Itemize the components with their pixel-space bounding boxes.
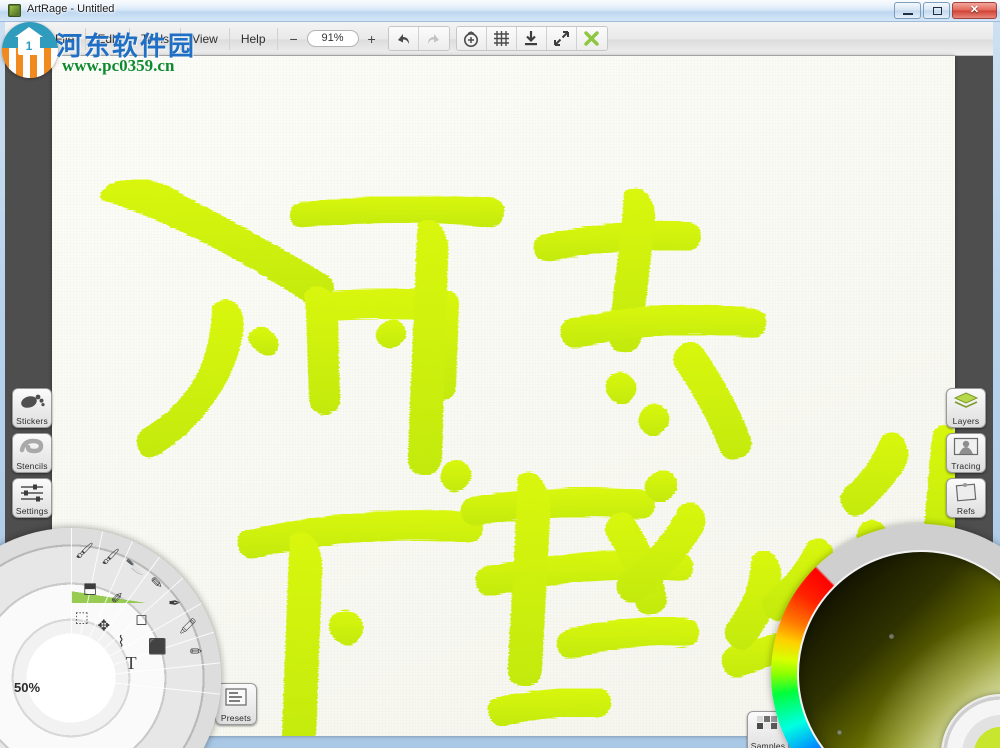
sidebar-label-stencils: Stencils bbox=[13, 461, 51, 471]
artrage-window: ArtRage - Untitled ✕ File Edit Tools Vie… bbox=[0, 0, 1000, 748]
zoom-out-button[interactable]: − bbox=[284, 31, 304, 47]
undo-button[interactable] bbox=[389, 26, 419, 51]
pencil-tool[interactable]: ✐ bbox=[104, 585, 130, 611]
menu-item-help[interactable]: Help bbox=[230, 28, 278, 50]
sidebar-label-stickers: Stickers bbox=[13, 416, 51, 426]
minimize-icon bbox=[903, 13, 913, 15]
close-button[interactable]: ✕ bbox=[952, 2, 997, 19]
presets-label: Presets bbox=[216, 713, 256, 723]
sidebar-item-settings[interactable]: Settings bbox=[12, 478, 52, 518]
green-x-icon bbox=[583, 30, 600, 47]
felt-pen-tool[interactable]: 🖍 bbox=[175, 613, 201, 639]
stencil-swirl-icon bbox=[13, 437, 51, 457]
history-button-group bbox=[388, 26, 450, 51]
canvas-button-group bbox=[456, 26, 608, 51]
expand-arrows-icon bbox=[553, 30, 570, 47]
undo-arrow-icon bbox=[395, 31, 412, 46]
sidebar-item-stencils[interactable]: Stencils bbox=[12, 433, 52, 473]
oil-brush-tool[interactable]: 🖌 bbox=[98, 543, 124, 569]
redo-button[interactable] bbox=[419, 26, 449, 51]
sidebar-item-layers[interactable]: Layers bbox=[946, 388, 986, 428]
sidebar-item-tracing[interactable]: Tracing bbox=[946, 433, 986, 473]
sidebar-label-tracing: Tracing bbox=[947, 461, 985, 471]
fill-tool[interactable]: ⬛ bbox=[144, 634, 170, 660]
menu-item-edit[interactable]: Edit bbox=[86, 28, 130, 50]
maximize-icon bbox=[933, 7, 942, 15]
zoom-value-field[interactable]: 91% bbox=[307, 30, 359, 47]
zoom-in-button[interactable]: + bbox=[362, 31, 382, 47]
sidebar-item-stickers[interactable]: Stickers bbox=[12, 388, 52, 428]
circle-plus-icon bbox=[462, 30, 480, 48]
sidebar-label-refs: Refs bbox=[947, 506, 985, 516]
brush-size-value: 50% bbox=[14, 680, 40, 695]
sidebar-label-settings: Settings bbox=[13, 506, 51, 516]
presets-list-icon bbox=[216, 687, 256, 707]
tracing-image-icon bbox=[947, 437, 985, 456]
text-tool[interactable]: T bbox=[118, 650, 144, 676]
tool-wheel[interactable]: 🖌 🖌 🔪 ✎ ✒ 🖍 ✏ ⬒ ✐ ◻ ⬛ ⬚ ✥ ⌇ T 50% bbox=[0, 528, 221, 748]
grid-button[interactable] bbox=[487, 26, 517, 51]
fullscreen-button[interactable] bbox=[547, 26, 577, 51]
application-body: File Edit Tools View Help − 91% + bbox=[5, 22, 993, 736]
sidebar-item-refs[interactable]: Refs bbox=[946, 478, 986, 518]
add-reference-button[interactable] bbox=[457, 26, 487, 51]
menu-item-tools[interactable]: Tools bbox=[130, 28, 181, 50]
window-controls: ✕ bbox=[894, 2, 997, 19]
redo-arrow-icon bbox=[425, 31, 442, 46]
download-arrow-icon bbox=[523, 30, 539, 47]
hue-marker[interactable] bbox=[837, 730, 842, 735]
title-bar-gloss bbox=[0, 0, 1000, 11]
menu-bar: File Edit Tools View Help bbox=[5, 22, 278, 56]
hue-marker-secondary[interactable] bbox=[889, 634, 894, 639]
color-picker[interactable]: Metallic 0% bbox=[771, 524, 1000, 748]
grid-icon bbox=[493, 30, 510, 47]
sliders-icon bbox=[13, 482, 51, 502]
paint-brush-tool[interactable]: 🖌 bbox=[71, 538, 97, 564]
artrage-icon bbox=[8, 4, 21, 17]
window-title: ArtRage - Untitled bbox=[27, 3, 114, 15]
zoom-controls: − 91% + bbox=[284, 26, 382, 51]
sidebar-label-layers: Layers bbox=[947, 416, 985, 426]
paint-tube-tool[interactable]: ⬒ bbox=[77, 575, 103, 601]
close-canvas-button[interactable] bbox=[577, 26, 607, 51]
top-toolbar: File Edit Tools View Help − 91% + bbox=[5, 22, 993, 56]
menu-item-view[interactable]: View bbox=[181, 28, 230, 50]
minimize-button[interactable] bbox=[894, 2, 921, 19]
reference-note-icon bbox=[947, 482, 985, 502]
title-bar[interactable]: ArtRage - Untitled ✕ bbox=[0, 0, 1000, 22]
presets-button[interactable]: Presets bbox=[215, 683, 257, 725]
menu-item-file[interactable]: File bbox=[43, 28, 86, 50]
maximize-button[interactable] bbox=[923, 2, 950, 19]
crayon-tool[interactable]: ✏ bbox=[183, 638, 209, 664]
ink-pen-tool[interactable]: ✒ bbox=[162, 590, 188, 616]
footprint-icon bbox=[13, 392, 51, 410]
import-button[interactable] bbox=[517, 26, 547, 51]
close-icon: ✕ bbox=[953, 3, 996, 18]
layers-icon bbox=[947, 392, 985, 410]
